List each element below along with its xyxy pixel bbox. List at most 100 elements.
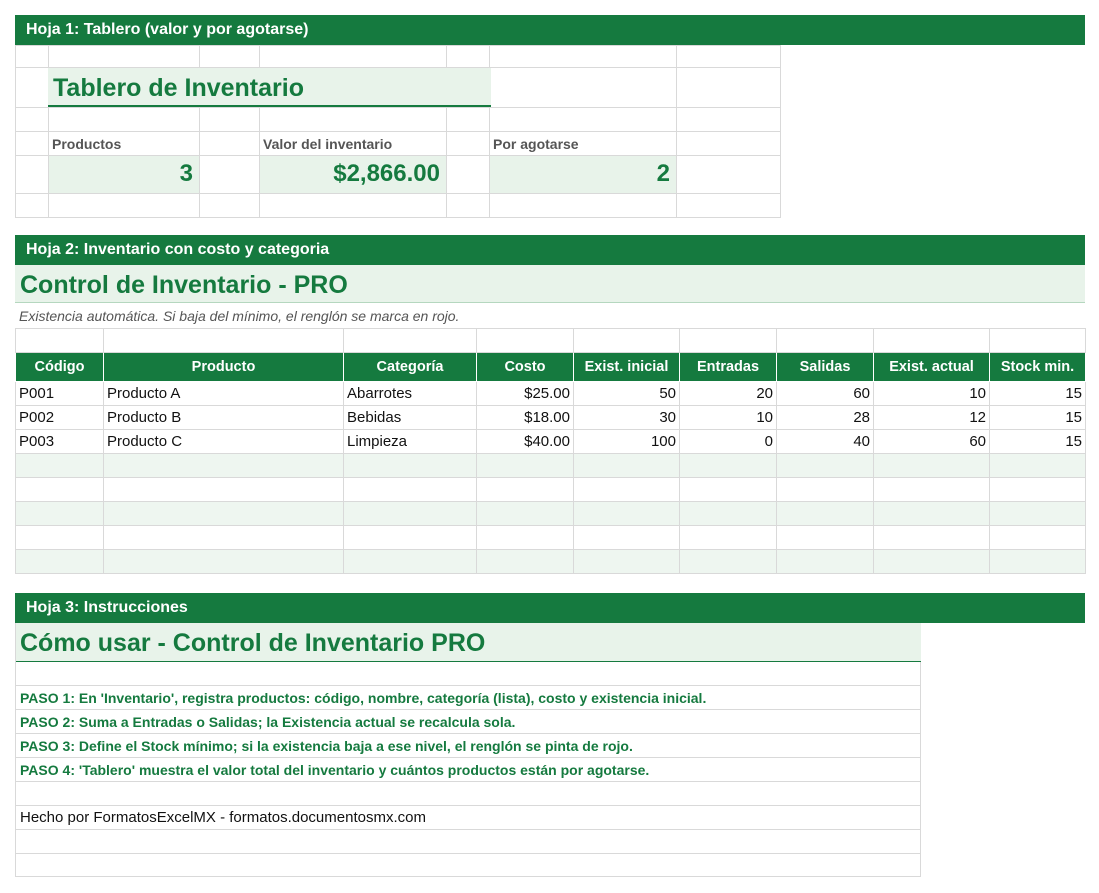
empty-cell[interactable]: [873, 453, 990, 478]
empty-row: [15, 525, 1086, 550]
cell-code[interactable]: P003: [15, 429, 104, 454]
col-header-product[interactable]: Producto: [103, 352, 344, 382]
empty-cell[interactable]: [476, 477, 574, 502]
empty-cell[interactable]: [989, 477, 1086, 502]
cell-category[interactable]: Abarrotes: [343, 381, 477, 406]
empty-cell[interactable]: [476, 501, 574, 526]
empty-cell[interactable]: [679, 501, 777, 526]
col-header-exits[interactable]: Salidas: [776, 352, 874, 382]
empty-cell[interactable]: [989, 549, 1086, 574]
empty-cell[interactable]: [679, 549, 777, 574]
col-header-current-stock[interactable]: Exist. actual: [873, 352, 990, 382]
empty-cell[interactable]: [15, 525, 104, 550]
empty-cell[interactable]: [679, 525, 777, 550]
table-row: P002 Producto B Bebidas $18.00 30 10 28 …: [15, 405, 1086, 430]
inventory-table-wrap: Código Producto Categoría Costo Exist. i…: [15, 328, 1086, 574]
empty-cell[interactable]: [476, 525, 574, 550]
cell-exits[interactable]: 28: [776, 405, 874, 430]
empty-cell[interactable]: [476, 549, 574, 574]
empty-cell[interactable]: [343, 501, 477, 526]
cell-min-stock[interactable]: 15: [989, 429, 1086, 454]
cell-cost[interactable]: $18.00: [476, 405, 574, 430]
kpi-label-inventory-value: Valor del inventario: [263, 136, 393, 152]
empty-cell[interactable]: [776, 453, 874, 478]
empty-cell[interactable]: [873, 501, 990, 526]
instruction-step-1: PASO 1: En 'Inventario', registra produc…: [20, 690, 707, 706]
empty-cell[interactable]: [776, 525, 874, 550]
empty-cell[interactable]: [776, 477, 874, 502]
instruction-step-3: PASO 3: Define el Stock mínimo; si la ex…: [20, 738, 633, 754]
empty-cell[interactable]: [573, 549, 680, 574]
col-header-min-stock[interactable]: Stock min.: [989, 352, 1086, 382]
cell-initial-stock[interactable]: 100: [573, 429, 680, 454]
empty-cell[interactable]: [573, 453, 680, 478]
col-header-code[interactable]: Código: [15, 352, 104, 382]
empty-cell[interactable]: [573, 477, 680, 502]
empty-cell[interactable]: [679, 477, 777, 502]
empty-cell[interactable]: [103, 453, 344, 478]
cell-product[interactable]: Producto A: [103, 381, 344, 406]
cell-entries[interactable]: 10: [679, 405, 777, 430]
col-header-initial-stock[interactable]: Exist. inicial: [573, 352, 680, 382]
empty-cell[interactable]: [873, 477, 990, 502]
cell-code[interactable]: P002: [15, 405, 104, 430]
empty-cell[interactable]: [103, 501, 344, 526]
cell-product[interactable]: Producto C: [103, 429, 344, 454]
empty-cell[interactable]: [573, 525, 680, 550]
cell-min-stock[interactable]: 15: [989, 405, 1086, 430]
cell-entries[interactable]: 20: [679, 381, 777, 406]
empty-row: [15, 501, 1086, 526]
col-header-entries[interactable]: Entradas: [679, 352, 777, 382]
empty-cell[interactable]: [343, 549, 477, 574]
empty-row: [15, 477, 1086, 502]
empty-cell[interactable]: [476, 453, 574, 478]
empty-cell[interactable]: [103, 477, 344, 502]
empty-cell[interactable]: [343, 453, 477, 478]
empty-cell[interactable]: [15, 549, 104, 574]
cell-initial-stock[interactable]: 50: [573, 381, 680, 406]
cell-product[interactable]: Producto B: [103, 405, 344, 430]
credit-footer: Hecho por FormatosExcelMX - formatos.doc…: [20, 809, 426, 826]
empty-row: [15, 453, 1086, 478]
header-row: Código Producto Categoría Costo Exist. i…: [15, 352, 1086, 382]
cell-exits[interactable]: 40: [776, 429, 874, 454]
cell-min-stock[interactable]: 15: [989, 381, 1086, 406]
cell-current-stock[interactable]: 60: [873, 429, 990, 454]
inventory-subtitle: Existencia automática. Si baja del mínim…: [19, 308, 460, 324]
kpi-label-low-stock: Por agotarse: [493, 136, 579, 152]
col-header-cost[interactable]: Costo: [476, 352, 574, 382]
empty-cell[interactable]: [103, 525, 344, 550]
empty-cell[interactable]: [15, 477, 104, 502]
dashboard-grid: Tablero de Inventario Productos Valor de…: [15, 45, 781, 218]
empty-cell[interactable]: [573, 501, 680, 526]
empty-cell[interactable]: [15, 453, 104, 478]
cell-cost[interactable]: $40.00: [476, 429, 574, 454]
sheet2-tab-bar: Hoja 2: Inventario con costo y categoria: [15, 235, 1085, 265]
empty-cell[interactable]: [15, 501, 104, 526]
empty-cell[interactable]: [873, 549, 990, 574]
cell-current-stock[interactable]: 12: [873, 405, 990, 430]
cell-exits[interactable]: 60: [776, 381, 874, 406]
cell-initial-stock[interactable]: 30: [573, 405, 680, 430]
empty-cell[interactable]: [679, 453, 777, 478]
empty-cell[interactable]: [103, 549, 344, 574]
empty-cell[interactable]: [776, 549, 874, 574]
cell-cost[interactable]: $25.00: [476, 381, 574, 406]
empty-cell[interactable]: [343, 477, 477, 502]
empty-cell[interactable]: [989, 501, 1086, 526]
spacer-row: [15, 328, 1086, 353]
cell-category[interactable]: Limpieza: [343, 429, 477, 454]
instructions-title: Cómo usar - Control de Inventario PRO: [16, 623, 921, 662]
empty-cell[interactable]: [989, 525, 1086, 550]
cell-code[interactable]: P001: [15, 381, 104, 406]
cell-current-stock[interactable]: 10: [873, 381, 990, 406]
empty-cell[interactable]: [343, 525, 477, 550]
cell-entries[interactable]: 0: [679, 429, 777, 454]
table-row: P003 Producto C Limpieza $40.00 100 0 40…: [15, 429, 1086, 454]
empty-cell[interactable]: [873, 525, 990, 550]
cell-category[interactable]: Bebidas: [343, 405, 477, 430]
instruction-step-2: PASO 2: Suma a Entradas o Salidas; la Ex…: [20, 714, 516, 730]
col-header-category[interactable]: Categoría: [343, 352, 477, 382]
empty-cell[interactable]: [776, 501, 874, 526]
empty-cell[interactable]: [989, 453, 1086, 478]
